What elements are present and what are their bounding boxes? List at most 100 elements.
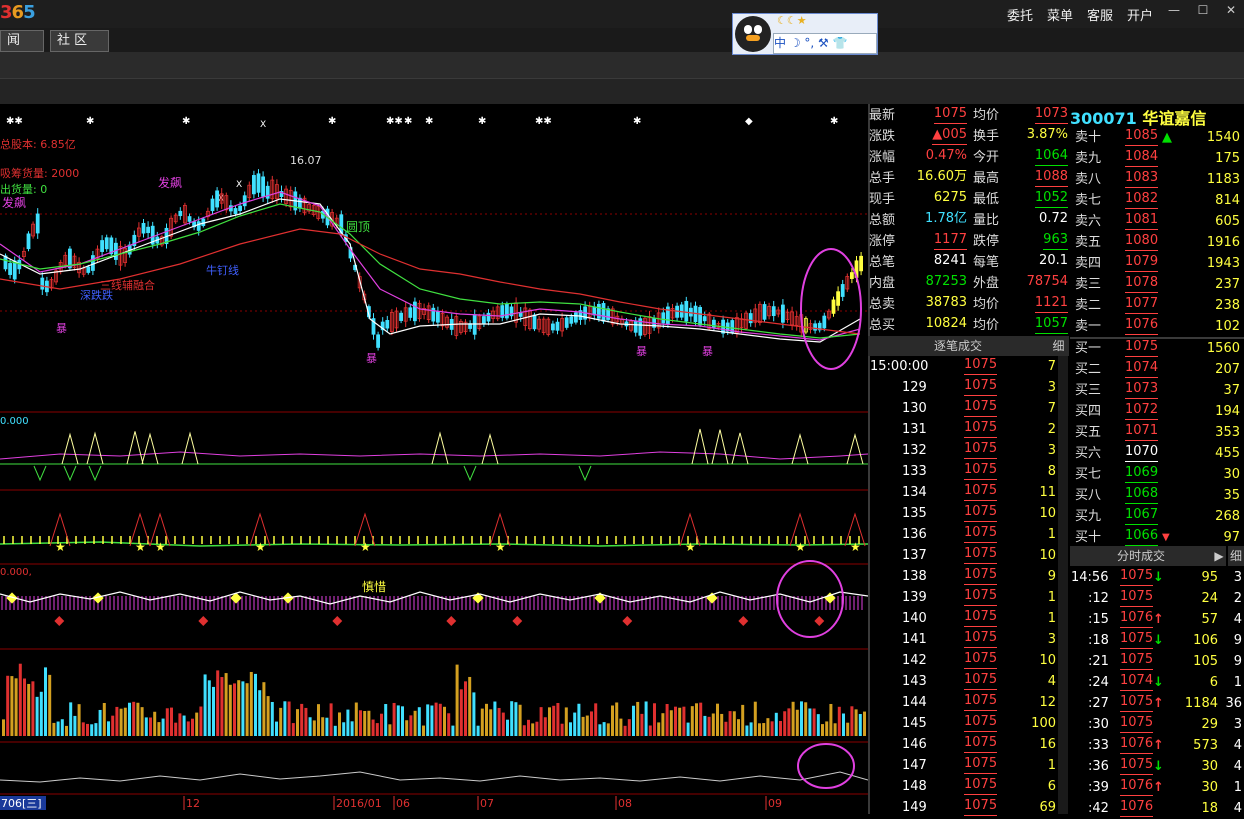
tick-row: 138 1075 9: [868, 566, 1058, 587]
ask-row[interactable]: 卖四 1079 1943: [1070, 253, 1244, 274]
ask-row[interactable]: 卖二 1077 238: [1070, 295, 1244, 316]
menu-entrust[interactable]: 委托: [1007, 5, 1033, 24]
tick-time: 148: [902, 779, 927, 794]
minute-time: :36: [1088, 759, 1109, 774]
qq-widget[interactable]: ☾☾★ 中 ☽ °, ⚒ 👕: [732, 13, 878, 55]
bid-row[interactable]: 买二 1074 207: [1070, 359, 1244, 380]
tick-row: 141 1075 3: [868, 629, 1058, 650]
bid-row[interactable]: 买三 1073 37: [1070, 380, 1244, 401]
bid-level: 买六: [1075, 446, 1102, 461]
bid-volume: 97: [1223, 530, 1240, 545]
bid-row[interactable]: 买一 1075 1560: [1070, 338, 1244, 359]
ask-price: 1080: [1125, 232, 1159, 251]
ask-price: 1079: [1125, 253, 1159, 272]
label-surge: 发飙: [158, 175, 182, 190]
sub1-value: 0.000: [0, 416, 29, 427]
tick-row: 145 1075 100: [868, 713, 1058, 734]
tick-row: 129 1075 3: [868, 377, 1058, 398]
bid-volume: 30: [1223, 467, 1240, 482]
ask-row[interactable]: 卖七 1082 814: [1070, 190, 1244, 211]
quote-label: 每笔: [973, 255, 1000, 270]
tick-volume: 3: [1047, 443, 1056, 458]
minute-row: :21 1075 105 9: [1070, 651, 1244, 672]
bid-volume: 1560: [1206, 341, 1240, 356]
bid-row[interactable]: 买八 1068 35: [1070, 485, 1244, 506]
minute-price: 1075: [1120, 630, 1154, 649]
stock-chart[interactable]: ✱✱ ✱ ✱ ✱ ✱✱ ✱ ✱ ✱ ✱✱ ✱ ◆ ✱ XXX 总股本: 6.85亿 吸筹货量: 200…: [0, 104, 868, 814]
minute-time: :30: [1088, 717, 1109, 732]
quote-value: 1121: [1034, 294, 1068, 313]
minute-row: :12 1075 24 2: [1070, 588, 1244, 609]
tick-price: 1075: [964, 755, 998, 774]
down-arrow-icon: ↓: [1153, 633, 1164, 648]
minute-trades: 分时成交 ▶ 细 14:56 1075 ↓ 95 3:12 1075 24 2:15 1076 ↑…: [1070, 546, 1244, 817]
tick-volume: 12: [1039, 695, 1056, 710]
minimize-icon[interactable]: —: [1163, 3, 1185, 17]
minute-volume: 18: [1201, 801, 1218, 816]
minute-count: 4: [1233, 759, 1242, 774]
bid-row[interactable]: 买六 1070 455: [1070, 443, 1244, 464]
tick-price: 1075: [964, 377, 998, 396]
tick-price: 1075: [964, 734, 998, 753]
menu-main[interactable]: 菜单: [1047, 5, 1073, 24]
ask-level: 卖七: [1075, 193, 1102, 208]
tick-scrollbar[interactable]: [1058, 356, 1068, 814]
bid-row[interactable]: 买五 1071 353: [1070, 422, 1244, 443]
minute-count: 9: [1233, 633, 1242, 648]
bid-row[interactable]: 买十 1066 ▼ 97: [1070, 527, 1244, 548]
quote-label: 最高: [973, 171, 1000, 186]
app-logo: 365: [0, 2, 36, 23]
quote-row: 总卖 38783 均价 1121: [868, 294, 1068, 315]
minute-count: 4: [1233, 738, 1242, 753]
ask-row[interactable]: 卖五 1080 1916: [1070, 232, 1244, 253]
ask-volume: 1943: [1206, 256, 1240, 271]
quote-label: 均价: [973, 318, 1000, 333]
ask-row[interactable]: 卖九 1084 175: [1070, 148, 1244, 169]
tick-detail-button[interactable]: 细: [1048, 336, 1069, 356]
tick-price: 1075: [964, 776, 998, 795]
quote-row: 涨跌 ▲005 换手 3.87%: [868, 126, 1068, 147]
quote-value: 1.78亿: [925, 211, 967, 226]
tab-news[interactable]: 闻 ⋮: [0, 30, 44, 68]
quote-value: 16.60万: [916, 169, 967, 184]
minute-price: 1075: [1120, 714, 1154, 733]
tick-volume: 1: [1047, 758, 1056, 773]
quote-value: 963: [1043, 231, 1068, 250]
ask-level: 卖四: [1075, 256, 1102, 271]
minute-time: :27: [1088, 696, 1109, 711]
bid-row[interactable]: 买九 1067 268: [1070, 506, 1244, 527]
ask-row[interactable]: 卖十 1085 ▲ 1540: [1070, 127, 1244, 148]
ask-row[interactable]: 卖三 1078 237: [1070, 274, 1244, 295]
bid-row[interactable]: 买四 1072 194: [1070, 401, 1244, 422]
minute-detail-button[interactable]: 细: [1228, 546, 1244, 566]
menu-open-account[interactable]: 开户: [1127, 5, 1153, 24]
qq-toolbar[interactable]: 中 ☽ °, ⚒ 👕: [773, 33, 877, 54]
ask-row[interactable]: 卖六 1081 605: [1070, 211, 1244, 232]
ask-row[interactable]: 卖一 1076 102: [1070, 316, 1244, 337]
tick-row: 149 1075 69: [868, 797, 1058, 818]
menu-service[interactable]: 客服: [1087, 5, 1113, 24]
maximize-icon[interactable]: ☐: [1192, 3, 1214, 17]
minute-arrow-button[interactable]: ▶: [1212, 546, 1226, 566]
close-icon[interactable]: ✕: [1220, 3, 1242, 17]
bid-row[interactable]: 买七 1069 30: [1070, 464, 1244, 485]
tick-row: 140 1075 1: [868, 608, 1058, 629]
quote-row: 总买 10824 均价 1057: [868, 315, 1068, 336]
svg-text:X: X: [236, 180, 242, 190]
svg-text:X: X: [260, 120, 266, 130]
label-three-lines: 三线辅融合: [100, 278, 155, 292]
minute-price: 1076: [1120, 777, 1154, 796]
minute-volume: 6: [1209, 675, 1218, 690]
tick-volume: 6: [1047, 779, 1056, 794]
tab-community[interactable]: 社 区: [50, 30, 109, 52]
minute-time: :42: [1088, 801, 1109, 816]
ask-volume: 1916: [1206, 235, 1240, 250]
tick-row: 133 1075 8: [868, 461, 1058, 482]
svg-text:2016/01: 2016/01: [336, 797, 382, 810]
tick-time: 144: [902, 695, 927, 710]
ask-row[interactable]: 卖八 1083 1183: [1070, 169, 1244, 190]
bid-volume: 268: [1215, 509, 1240, 524]
tick-volume: 1: [1047, 590, 1056, 605]
quote-label: 总买: [869, 318, 896, 333]
quote-label: 均价: [973, 297, 1000, 312]
